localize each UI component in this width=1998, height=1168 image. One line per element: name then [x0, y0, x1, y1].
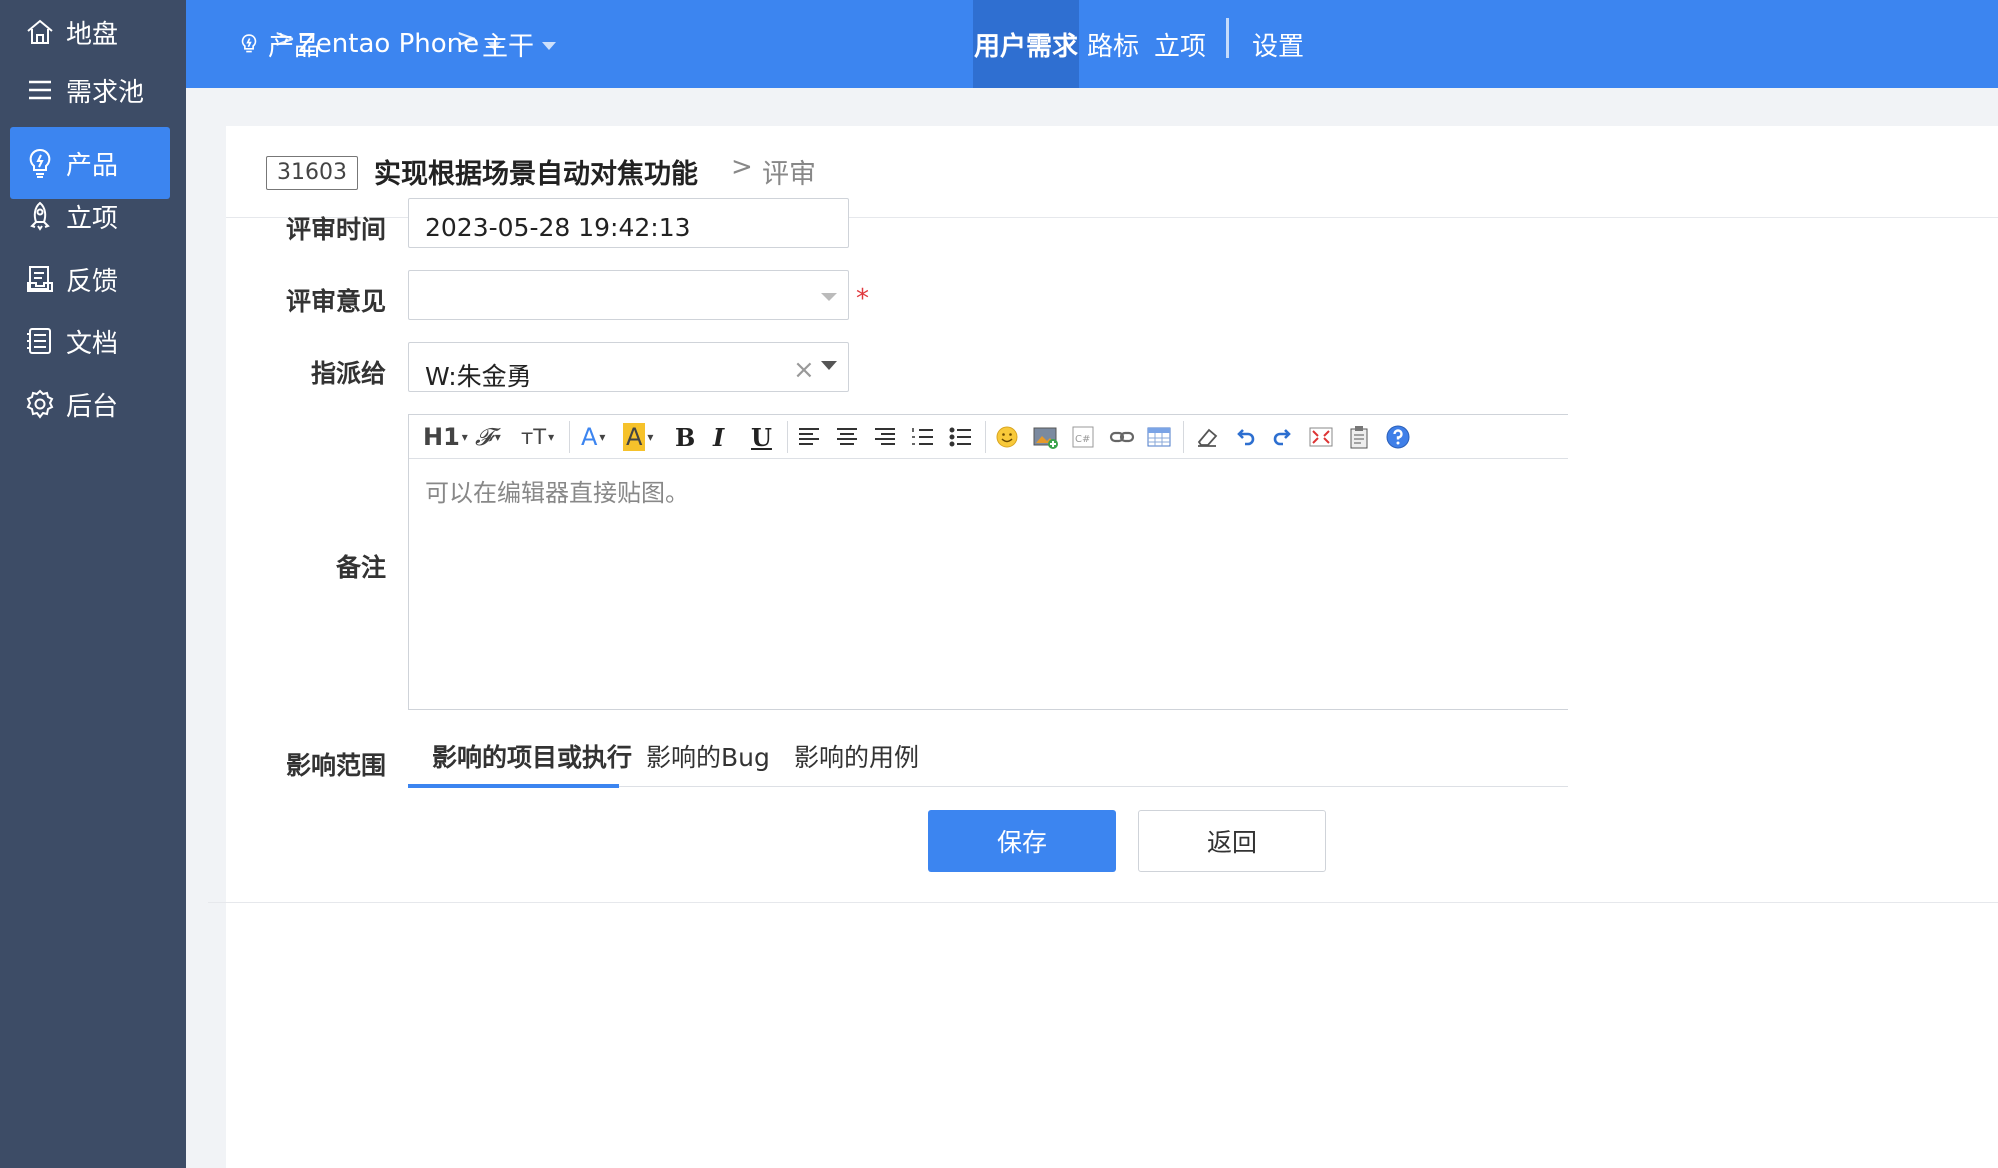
chevron-down-icon: ▾ — [599, 430, 606, 444]
assigned-to-select[interactable]: W:朱金勇 × — [408, 342, 849, 392]
sidebar-item-label: 地盘 — [66, 19, 119, 50]
chevron-down-icon: ▾ — [548, 430, 555, 444]
lightbulb-icon — [241, 34, 257, 53]
chevron-down-icon: ▾ — [647, 430, 654, 444]
rocket-icon — [30, 201, 50, 231]
bullet-list-icon[interactable] — [949, 421, 973, 453]
sidebar-item-admin[interactable]: 后台 — [10, 368, 170, 440]
undo-icon[interactable] — [1233, 421, 1257, 453]
sidebar-item-label: 后台 — [66, 391, 119, 422]
italic-button[interactable]: I — [713, 421, 724, 453]
comment-editor[interactable]: H1 ▾ 𝓕 ▾ тT ▾ A ▾ A ▾ B I U C# 可以在编辑器直接贴图。 — [408, 414, 1568, 710]
chevron-down-icon: ▾ — [461, 430, 468, 444]
chevron-down-icon — [821, 361, 837, 370]
sidebar-item-label: 需求池 — [66, 77, 145, 108]
title-separator: > — [731, 152, 753, 182]
chevron-down-icon — [821, 293, 837, 301]
sidebar-item-label: 产品 — [66, 150, 119, 181]
fullscreen-icon[interactable] — [1309, 421, 1333, 453]
font-color-button[interactable]: A ▾ — [581, 421, 605, 453]
footer-divider — [208, 902, 1998, 903]
link-icon[interactable] — [1109, 421, 1135, 453]
page-action-label: 评审 — [762, 159, 816, 190]
font-family-button[interactable]: 𝓕 ▾ — [475, 421, 501, 453]
lightbulb-icon — [29, 148, 51, 178]
breadcrumb-branch-switcher[interactable]: 主干 — [482, 0, 557, 88]
page-title: 实现根据场景自动对焦功能 — [374, 159, 698, 190]
sidebar-item-label: 文档 — [66, 328, 119, 359]
bold-button[interactable]: B — [675, 421, 695, 453]
paste-icon[interactable] — [1347, 421, 1371, 453]
sidebar: 地盘 需求池 产品 立项 反馈 文档 后台 — [0, 0, 186, 1168]
story-id-badge: 31603 — [266, 156, 358, 190]
code-icon[interactable]: C# — [1071, 421, 1095, 453]
nav-project-approval[interactable]: 立项 — [1148, 0, 1212, 88]
review-result-select[interactable] — [408, 270, 849, 320]
redo-icon[interactable] — [1271, 421, 1295, 453]
chevron-down-icon — [542, 42, 557, 50]
heading-button[interactable]: H1 ▾ — [423, 421, 468, 453]
ordered-list-icon[interactable] — [911, 421, 935, 453]
tab-affected-cases[interactable]: 影响的用例 — [794, 726, 919, 786]
highlight-button[interactable]: A ▾ — [623, 421, 653, 453]
clear-icon[interactable]: × — [793, 355, 815, 385]
help-icon[interactable] — [1385, 421, 1411, 453]
nav-user-requirements[interactable]: 用户需求 — [973, 0, 1079, 88]
sidebar-item-label: 反馈 — [66, 266, 119, 297]
sidebar-item-label: 立项 — [66, 203, 119, 234]
list-icon — [29, 80, 51, 100]
required-mark: * — [856, 284, 869, 314]
save-button[interactable]: 保存 — [928, 810, 1116, 872]
home-icon — [27, 19, 53, 44]
editor-toolbar: H1 ▾ 𝓕 ▾ тT ▾ A ▾ A ▾ B I U C# — [409, 415, 1568, 459]
sidebar-item-docs[interactable]: 文档 — [10, 305, 170, 377]
table-icon[interactable] — [1147, 421, 1171, 453]
comment-label: 备注 — [335, 553, 386, 582]
underline-button[interactable]: U — [751, 421, 772, 453]
back-button[interactable]: 返回 — [1138, 810, 1326, 872]
emoji-icon[interactable] — [995, 421, 1019, 453]
sidebar-item-project[interactable]: 立项 — [10, 180, 170, 252]
review-time-input[interactable]: 2023-05-28 19:42:13 — [408, 198, 849, 248]
top-bar: 产品 > Zentao Phone > 主干 用户需求 路标 立项 设置 — [186, 0, 1998, 88]
tab-affected-bugs[interactable]: 影响的Bug — [646, 726, 770, 786]
tab-affected-projects[interactable]: 影响的项目或执行 — [432, 726, 632, 786]
nav-roadmap[interactable]: 路标 — [1081, 0, 1145, 88]
assigned-to-label: 指派给 — [310, 359, 386, 388]
gear-icon — [26, 389, 54, 419]
nav-divider — [1226, 18, 1229, 58]
svg-text:C#: C# — [1075, 434, 1090, 445]
chevron-down-icon: ▾ — [494, 430, 501, 444]
eraser-icon[interactable] — [1195, 421, 1219, 453]
image-icon[interactable] — [1033, 421, 1059, 453]
toolbar-separator — [787, 421, 788, 453]
sidebar-item-demand-pool[interactable]: 需求池 — [10, 54, 170, 126]
font-size-button[interactable]: тT ▾ — [521, 421, 554, 453]
editor-placeholder: 可以在编辑器直接贴图。 — [425, 479, 689, 507]
toolbar-separator — [569, 421, 570, 453]
review-result-label: 评审意见 — [285, 287, 386, 316]
breadcrumb-separator: > — [274, 24, 296, 54]
active-tab-indicator — [408, 784, 619, 788]
scope-label: 影响范围 — [285, 751, 386, 780]
nav-settings[interactable]: 设置 — [1246, 0, 1310, 88]
toolbar-separator — [985, 421, 986, 453]
feedback-icon — [27, 266, 53, 292]
review-time-label: 评审时间 — [285, 215, 386, 244]
document-icon — [27, 328, 51, 354]
align-center-icon[interactable] — [835, 421, 859, 453]
breadcrumb-separator: > — [456, 24, 478, 54]
align-left-icon[interactable] — [797, 421, 821, 453]
align-right-icon[interactable] — [873, 421, 897, 453]
toolbar-separator — [1183, 421, 1184, 453]
